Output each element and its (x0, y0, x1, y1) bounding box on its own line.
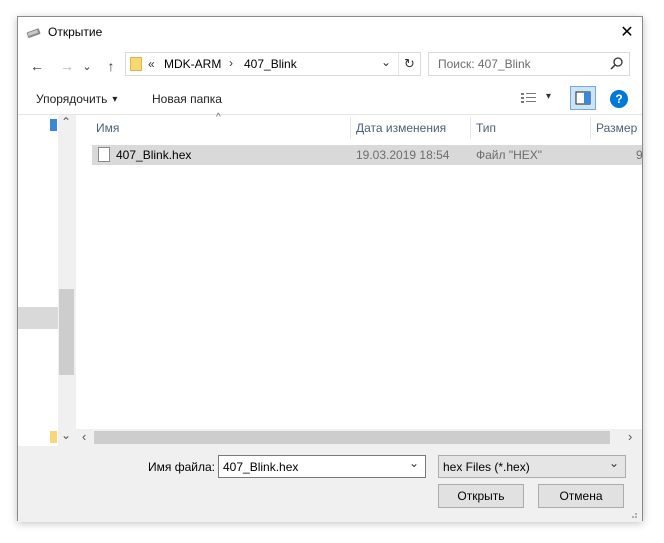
command-bar: Упорядочить ▾ Новая папка ▾ ? (18, 83, 642, 115)
column-divider[interactable] (470, 117, 471, 139)
new-folder-label: Новая папка (152, 92, 222, 106)
file-type: Файл "HEX" (476, 148, 543, 162)
breadcrumb-separator: › (229, 56, 233, 70)
help-button[interactable]: ? (610, 90, 628, 108)
new-folder-button[interactable]: Новая папка (152, 90, 222, 108)
breadcrumb-item-407-blink[interactable]: 407_Blink (244, 57, 297, 71)
refresh-button[interactable]: ↻ (398, 53, 420, 75)
column-size-label: Размер (596, 121, 638, 135)
search-input[interactable]: Поиск: 407_Blink (438, 57, 531, 71)
dialog-footer: Имя файла: 407_Blink.hex ⌄ hex Files (*.… (18, 447, 642, 522)
chevron-down-icon: ⌄ (609, 456, 620, 470)
forward-arrow-icon: → (60, 58, 74, 74)
close-icon: ✕ (620, 24, 634, 41)
up-button[interactable]: ↑ (100, 55, 122, 77)
preview-pane-button[interactable] (570, 86, 596, 110)
view-options-button[interactable]: ▾ (520, 91, 556, 107)
column-header-type[interactable]: Тип (476, 117, 588, 139)
organize-dropdown-icon: ▾ (112, 93, 118, 105)
address-dropdown-icon[interactable]: ⌄ (381, 55, 391, 69)
organize-button[interactable]: Упорядочить ▾ (36, 90, 117, 108)
open-button[interactable]: Открыть (438, 484, 524, 508)
up-arrow-icon: ↑ (107, 58, 115, 74)
scroll-down-icon[interactable]: ⌄ (61, 428, 71, 442)
column-divider[interactable] (350, 117, 351, 139)
column-header-size[interactable]: Размер (596, 117, 642, 139)
nav-item-icon (50, 119, 57, 131)
recent-locations-button[interactable]: ⌄ (80, 55, 94, 77)
folder-icon (130, 57, 142, 71)
file-name: 407_Blink.hex (116, 148, 192, 162)
help-icon: ? (615, 92, 623, 106)
file-type-filter-select[interactable]: hex Files (*.hex) ⌄ (438, 455, 626, 478)
back-arrow-icon: ← (30, 58, 44, 74)
organize-label: Упорядочить (36, 92, 108, 106)
column-name-label: Имя (96, 121, 120, 135)
file-list-horizontal-scrollbar[interactable]: ‹ › (76, 429, 642, 446)
navigation-bar: ← → ⌄ ↑ « MDK-ARM › 407_Blink ⌄ ↻ Поиск:… (18, 47, 642, 83)
filename-history-dropdown-icon[interactable]: ⌄ (409, 456, 419, 470)
nav-item-highlight[interactable] (18, 307, 58, 329)
column-divider[interactable] (590, 117, 591, 139)
dialog-icon (26, 25, 42, 39)
search-box[interactable]: Поиск: 407_Blink (428, 52, 630, 76)
title-bar: Открытие ✕ (18, 17, 642, 47)
close-button[interactable]: ✕ (612, 17, 642, 47)
column-date-label: Дата изменения (356, 121, 447, 135)
breadcrumb-overflow[interactable]: « (148, 57, 155, 71)
table-row[interactable]: 407_Blink.hex 19.03.2019 18:54 Файл "HEX… (92, 145, 643, 165)
navigation-pane-scrollbar[interactable]: ⌃ ⌄ (58, 115, 75, 446)
scroll-up-icon[interactable]: ⌃ (61, 115, 71, 129)
filename-input[interactable]: 407_Blink.hex (223, 460, 298, 474)
scroll-right-icon[interactable]: › (628, 429, 632, 444)
scrollbar-thumb[interactable] (59, 289, 74, 375)
file-list[interactable]: ^ Имя Дата изменения Тип Размер 407_Blin… (76, 112, 643, 446)
open-button-label: Открыть (457, 489, 505, 503)
dialog-title: Открытие (48, 25, 103, 39)
scroll-left-icon[interactable]: ‹ (82, 429, 86, 444)
cancel-button-label: Отмена (559, 489, 603, 503)
search-icon[interactable] (609, 56, 625, 72)
refresh-icon: ↻ (404, 56, 415, 71)
list-view-icon (521, 93, 536, 103)
forward-button[interactable]: → (56, 55, 78, 77)
back-button[interactable]: ← (26, 55, 48, 77)
breadcrumb-item-mdk-arm[interactable]: MDK-ARM (164, 57, 221, 71)
column-type-label: Тип (476, 121, 497, 135)
filename-label: Имя файла: (148, 460, 215, 474)
file-date: 19.03.2019 18:54 (356, 148, 450, 162)
filename-field[interactable]: 407_Blink.hex ⌄ (218, 455, 426, 478)
file-type-filter-value: hex Files (*.hex) (443, 460, 530, 474)
column-header-date[interactable]: Дата изменения (356, 117, 468, 139)
nav-item-folder-icon (50, 431, 57, 443)
file-size: 9 (636, 148, 643, 162)
column-header-name[interactable]: Имя (96, 117, 350, 139)
preview-pane-icon (575, 91, 591, 105)
resize-grip-icon[interactable] (628, 508, 638, 518)
cancel-button[interactable]: Отмена (538, 484, 624, 508)
chevron-down-icon: ⌄ (82, 60, 92, 73)
view-dropdown-icon: ▾ (546, 91, 552, 102)
address-bar[interactable]: « MDK-ARM › 407_Blink ⌄ ↻ (125, 52, 421, 76)
open-file-dialog: Открытие ✕ ← → ⌄ ↑ « MDK-ARM › 407_Blink… (17, 16, 643, 522)
horizontal-scrollbar-thumb[interactable] (94, 431, 610, 444)
file-icon (98, 147, 110, 162)
